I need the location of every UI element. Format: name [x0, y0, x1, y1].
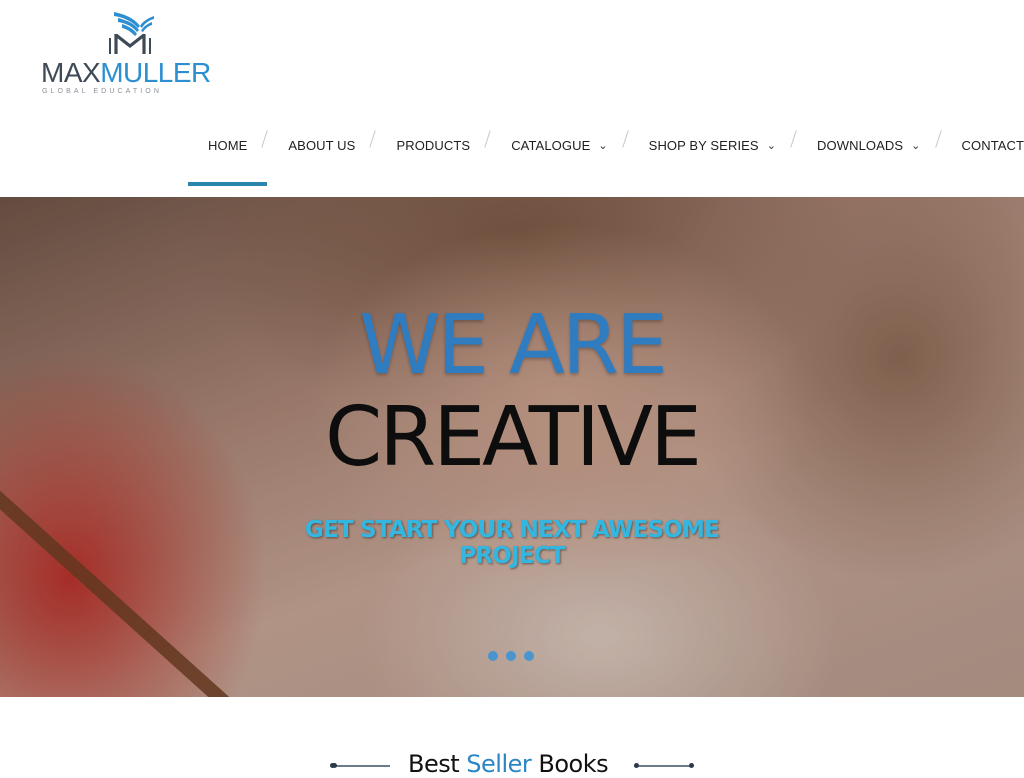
nav-item-label: ABOUT US [288, 138, 355, 153]
logo-word-muller: MULLER [100, 57, 211, 88]
wing-logo-icon [104, 8, 156, 60]
best-seller-section: Best Seller Books [0, 738, 1024, 768]
chevron-down-icon: ⌄ [911, 139, 920, 152]
nav-item-label: PRODUCTS [396, 138, 470, 153]
nav-item-catalogue[interactable]: CATALOGUE ⌄ [491, 128, 627, 186]
site-logo[interactable]: MAXMULLER GLOBAL EDUCATION [40, 8, 200, 96]
nav-item-label: SHOP BY SERIES [649, 138, 759, 153]
nav-item-label: DOWNLOADS [817, 138, 903, 153]
site-header: MAXMULLER GLOBAL EDUCATION HOME ABOUT US… [0, 0, 1024, 197]
main-nav: HOME ABOUT US PRODUCTS CATALOGUE ⌄ SHOP … [188, 128, 1024, 186]
section-title: Best Seller Books [408, 750, 608, 778]
slider-dot[interactable] [506, 651, 516, 661]
nav-item-label: HOME [208, 138, 247, 153]
slider-pagination [488, 651, 534, 661]
logo-wordmark: MAXMULLER [41, 58, 211, 88]
heading-divider-right [634, 765, 692, 767]
hero-slider[interactable]: WE ARE CREATIVE GET START YOUR NEXT AWES… [0, 197, 1024, 697]
logo-word-max: MAX [41, 57, 100, 88]
hero-subtitle: GET START YOUR NEXT AWESOME PROJECT [292, 517, 732, 569]
title-prefix: Best [408, 750, 466, 778]
nav-item-home[interactable]: HOME [188, 128, 267, 186]
nav-item-label: CATALOGUE [511, 138, 590, 153]
nav-item-downloads[interactable]: DOWNLOADS ⌄ [797, 128, 940, 186]
title-highlight: Seller [466, 750, 531, 778]
slider-dot[interactable] [524, 651, 534, 661]
logo-tagline: GLOBAL EDUCATION [42, 88, 162, 95]
hero-headline-line1: WE ARE [0, 301, 1024, 391]
slider-dot[interactable] [488, 651, 498, 661]
hero-headline-line2: CREATIVE [0, 393, 1024, 483]
nav-item-products[interactable]: PRODUCTS [376, 128, 490, 186]
chevron-down-icon: ⌄ [598, 139, 607, 152]
nav-item-label: CONTACT US [962, 138, 1024, 153]
title-suffix: Books [531, 750, 608, 778]
nav-item-shop-by-series[interactable]: SHOP BY SERIES ⌄ [629, 128, 796, 186]
nav-item-contact-us[interactable]: CONTACT US [942, 128, 1024, 186]
heading-divider-left [332, 765, 390, 767]
chevron-down-icon: ⌄ [767, 139, 776, 152]
nav-item-about-us[interactable]: ABOUT US [268, 128, 375, 186]
